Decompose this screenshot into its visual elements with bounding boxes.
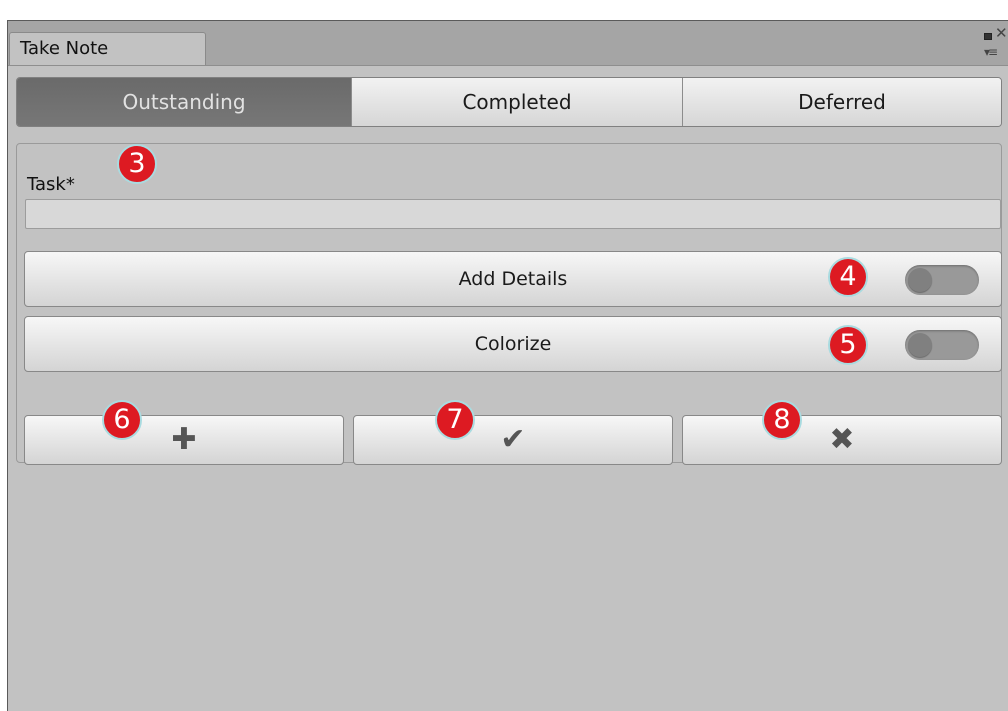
annotation-badge-3: 3 xyxy=(117,144,157,184)
complete-task-button[interactable]: ✔ xyxy=(353,415,673,465)
window-menu-icon[interactable]: ▾≡ xyxy=(984,45,998,59)
plus-icon: ✚ xyxy=(171,422,197,457)
toggle-knob xyxy=(908,268,932,292)
add-details-toggle[interactable] xyxy=(905,265,979,295)
delete-task-button[interactable]: ✖ xyxy=(682,415,1002,465)
tab-outstanding[interactable]: Outstanding xyxy=(17,78,351,126)
annotation-badge-6: 6 xyxy=(102,400,142,440)
tab-deferred[interactable]: Deferred xyxy=(682,78,1001,126)
close-icon[interactable]: ✕ xyxy=(995,25,1008,41)
take-note-window: Take Note ✕ ▾≡ Outstanding Completed Def… xyxy=(7,20,1008,711)
add-task-button[interactable]: ✚ xyxy=(24,415,344,465)
checkmark-icon: ✔ xyxy=(500,422,526,457)
window-controls: ✕ ▾≡ xyxy=(982,25,1008,61)
tab-completed[interactable]: Completed xyxy=(351,78,682,126)
task-form-panel: Task* Add Details Colorize ✚ ✔ ✖ xyxy=(16,143,1002,465)
x-icon: ✖ xyxy=(829,422,855,457)
annotation-badge-8: 8 xyxy=(762,400,802,440)
status-tab-bar: Outstanding Completed Deferred xyxy=(16,77,1002,127)
annotation-badge-4: 4 xyxy=(828,257,868,297)
colorize-toggle[interactable] xyxy=(905,330,979,360)
window-tab-take-note[interactable]: Take Note xyxy=(9,32,206,65)
annotation-badge-7: 7 xyxy=(435,400,475,440)
window-titlebar: Take Note ✕ ▾≡ xyxy=(8,21,1008,66)
colorize-label: Colorize xyxy=(474,333,552,355)
task-label: Task* xyxy=(27,174,75,195)
task-input[interactable] xyxy=(25,199,1001,229)
maximize-icon[interactable] xyxy=(984,33,992,40)
add-details-label: Add Details xyxy=(458,268,568,290)
annotation-badge-5: 5 xyxy=(828,325,868,365)
toggle-knob xyxy=(908,333,932,357)
